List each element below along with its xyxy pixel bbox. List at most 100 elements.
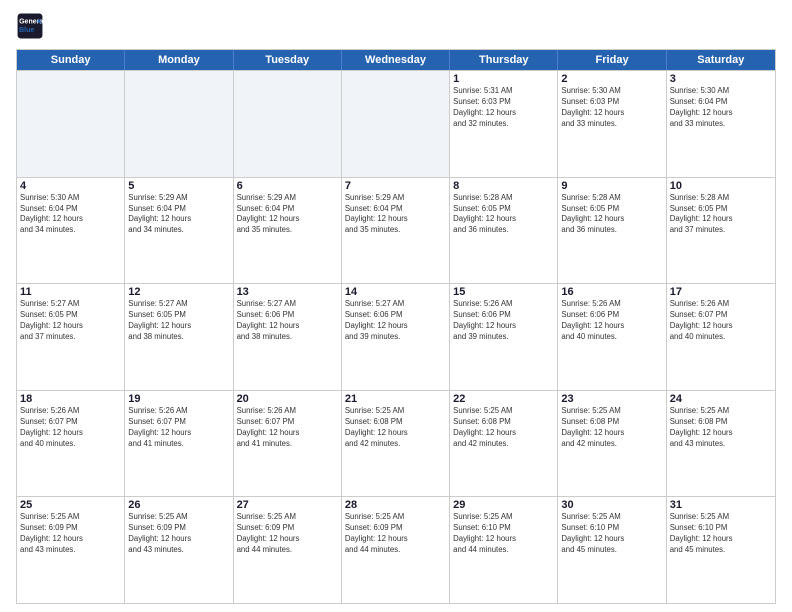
week-row-2: 11Sunrise: 5:27 AMSunset: 6:05 PMDayligh…: [17, 283, 775, 390]
cell-info: Sunrise: 5:25 AMSunset: 6:10 PMDaylight:…: [670, 512, 772, 556]
cell-info: Sunrise: 5:26 AMSunset: 6:07 PMDaylight:…: [20, 406, 121, 450]
day-number: 8: [453, 180, 554, 192]
cal-cell-9: 9Sunrise: 5:28 AMSunset: 6:05 PMDaylight…: [558, 178, 666, 284]
cal-cell-13: 13Sunrise: 5:27 AMSunset: 6:06 PMDayligh…: [234, 284, 342, 390]
cal-cell-7: 7Sunrise: 5:29 AMSunset: 6:04 PMDaylight…: [342, 178, 450, 284]
day-number: 28: [345, 499, 446, 511]
cell-info: Sunrise: 5:25 AMSunset: 6:09 PMDaylight:…: [237, 512, 338, 556]
day-number: 22: [453, 393, 554, 405]
cell-info: Sunrise: 5:28 AMSunset: 6:05 PMDaylight:…: [561, 193, 662, 237]
cal-cell-5: 5Sunrise: 5:29 AMSunset: 6:04 PMDaylight…: [125, 178, 233, 284]
day-number: 7: [345, 180, 446, 192]
cal-cell-empty-0-1: [125, 71, 233, 177]
header-day-sunday: Sunday: [17, 50, 125, 70]
day-number: 21: [345, 393, 446, 405]
cal-cell-empty-0-3: [342, 71, 450, 177]
cal-cell-10: 10Sunrise: 5:28 AMSunset: 6:05 PMDayligh…: [667, 178, 775, 284]
day-number: 15: [453, 286, 554, 298]
cell-info: Sunrise: 5:30 AMSunset: 6:04 PMDaylight:…: [20, 193, 121, 237]
cal-cell-21: 21Sunrise: 5:25 AMSunset: 6:08 PMDayligh…: [342, 391, 450, 497]
calendar: SundayMondayTuesdayWednesdayThursdayFrid…: [16, 49, 776, 604]
cell-info: Sunrise: 5:30 AMSunset: 6:03 PMDaylight:…: [561, 86, 662, 130]
page: General Blue SundayMondayTuesdayWednesda…: [0, 0, 792, 612]
cal-cell-22: 22Sunrise: 5:25 AMSunset: 6:08 PMDayligh…: [450, 391, 558, 497]
cell-info: Sunrise: 5:27 AMSunset: 6:06 PMDaylight:…: [237, 299, 338, 343]
cal-cell-11: 11Sunrise: 5:27 AMSunset: 6:05 PMDayligh…: [17, 284, 125, 390]
cal-cell-2: 2Sunrise: 5:30 AMSunset: 6:03 PMDaylight…: [558, 71, 666, 177]
calendar-body: 1Sunrise: 5:31 AMSunset: 6:03 PMDaylight…: [17, 70, 775, 603]
cal-cell-4: 4Sunrise: 5:30 AMSunset: 6:04 PMDaylight…: [17, 178, 125, 284]
cell-info: Sunrise: 5:25 AMSunset: 6:08 PMDaylight:…: [345, 406, 446, 450]
cal-cell-19: 19Sunrise: 5:26 AMSunset: 6:07 PMDayligh…: [125, 391, 233, 497]
header-day-friday: Friday: [558, 50, 666, 70]
day-number: 16: [561, 286, 662, 298]
cal-cell-23: 23Sunrise: 5:25 AMSunset: 6:08 PMDayligh…: [558, 391, 666, 497]
cell-info: Sunrise: 5:27 AMSunset: 6:05 PMDaylight:…: [128, 299, 229, 343]
cal-cell-18: 18Sunrise: 5:26 AMSunset: 6:07 PMDayligh…: [17, 391, 125, 497]
day-number: 18: [20, 393, 121, 405]
cell-info: Sunrise: 5:25 AMSunset: 6:10 PMDaylight:…: [561, 512, 662, 556]
day-number: 4: [20, 180, 121, 192]
cal-cell-29: 29Sunrise: 5:25 AMSunset: 6:10 PMDayligh…: [450, 497, 558, 603]
day-number: 29: [453, 499, 554, 511]
day-number: 27: [237, 499, 338, 511]
day-number: 5: [128, 180, 229, 192]
cal-cell-14: 14Sunrise: 5:27 AMSunset: 6:06 PMDayligh…: [342, 284, 450, 390]
day-number: 2: [561, 73, 662, 85]
cell-info: Sunrise: 5:29 AMSunset: 6:04 PMDaylight:…: [237, 193, 338, 237]
cal-cell-20: 20Sunrise: 5:26 AMSunset: 6:07 PMDayligh…: [234, 391, 342, 497]
day-number: 14: [345, 286, 446, 298]
logo: General Blue: [16, 12, 48, 40]
day-number: 10: [670, 180, 772, 192]
cell-info: Sunrise: 5:25 AMSunset: 6:08 PMDaylight:…: [453, 406, 554, 450]
cell-info: Sunrise: 5:26 AMSunset: 6:07 PMDaylight:…: [128, 406, 229, 450]
cell-info: Sunrise: 5:25 AMSunset: 6:10 PMDaylight:…: [453, 512, 554, 556]
cell-info: Sunrise: 5:25 AMSunset: 6:09 PMDaylight:…: [128, 512, 229, 556]
cell-info: Sunrise: 5:28 AMSunset: 6:05 PMDaylight:…: [453, 193, 554, 237]
week-row-1: 4Sunrise: 5:30 AMSunset: 6:04 PMDaylight…: [17, 177, 775, 284]
day-number: 13: [237, 286, 338, 298]
cal-cell-8: 8Sunrise: 5:28 AMSunset: 6:05 PMDaylight…: [450, 178, 558, 284]
cell-info: Sunrise: 5:27 AMSunset: 6:05 PMDaylight:…: [20, 299, 121, 343]
cal-cell-31: 31Sunrise: 5:25 AMSunset: 6:10 PMDayligh…: [667, 497, 775, 603]
cal-cell-30: 30Sunrise: 5:25 AMSunset: 6:10 PMDayligh…: [558, 497, 666, 603]
cell-info: Sunrise: 5:26 AMSunset: 6:07 PMDaylight:…: [670, 299, 772, 343]
day-number: 9: [561, 180, 662, 192]
cell-info: Sunrise: 5:25 AMSunset: 6:09 PMDaylight:…: [20, 512, 121, 556]
cell-info: Sunrise: 5:30 AMSunset: 6:04 PMDaylight:…: [670, 86, 772, 130]
header-day-wednesday: Wednesday: [342, 50, 450, 70]
cal-cell-3: 3Sunrise: 5:30 AMSunset: 6:04 PMDaylight…: [667, 71, 775, 177]
day-number: 20: [237, 393, 338, 405]
week-row-0: 1Sunrise: 5:31 AMSunset: 6:03 PMDaylight…: [17, 70, 775, 177]
cal-cell-empty-0-0: [17, 71, 125, 177]
cell-info: Sunrise: 5:26 AMSunset: 6:06 PMDaylight:…: [453, 299, 554, 343]
cal-cell-15: 15Sunrise: 5:26 AMSunset: 6:06 PMDayligh…: [450, 284, 558, 390]
week-row-3: 18Sunrise: 5:26 AMSunset: 6:07 PMDayligh…: [17, 390, 775, 497]
cell-info: Sunrise: 5:25 AMSunset: 6:08 PMDaylight:…: [561, 406, 662, 450]
cell-info: Sunrise: 5:28 AMSunset: 6:05 PMDaylight:…: [670, 193, 772, 237]
cell-info: Sunrise: 5:29 AMSunset: 6:04 PMDaylight:…: [345, 193, 446, 237]
cal-cell-24: 24Sunrise: 5:25 AMSunset: 6:08 PMDayligh…: [667, 391, 775, 497]
day-number: 31: [670, 499, 772, 511]
day-number: 12: [128, 286, 229, 298]
cell-info: Sunrise: 5:27 AMSunset: 6:06 PMDaylight:…: [345, 299, 446, 343]
day-number: 30: [561, 499, 662, 511]
cal-cell-6: 6Sunrise: 5:29 AMSunset: 6:04 PMDaylight…: [234, 178, 342, 284]
svg-text:Blue: Blue: [19, 27, 34, 34]
header-day-monday: Monday: [125, 50, 233, 70]
cal-cell-1: 1Sunrise: 5:31 AMSunset: 6:03 PMDaylight…: [450, 71, 558, 177]
day-number: 1: [453, 73, 554, 85]
day-number: 6: [237, 180, 338, 192]
day-number: 17: [670, 286, 772, 298]
cell-info: Sunrise: 5:25 AMSunset: 6:09 PMDaylight:…: [345, 512, 446, 556]
calendar-header: SundayMondayTuesdayWednesdayThursdayFrid…: [17, 50, 775, 70]
cal-cell-27: 27Sunrise: 5:25 AMSunset: 6:09 PMDayligh…: [234, 497, 342, 603]
header-day-saturday: Saturday: [667, 50, 775, 70]
day-number: 26: [128, 499, 229, 511]
cal-cell-16: 16Sunrise: 5:26 AMSunset: 6:06 PMDayligh…: [558, 284, 666, 390]
day-number: 3: [670, 73, 772, 85]
cal-cell-25: 25Sunrise: 5:25 AMSunset: 6:09 PMDayligh…: [17, 497, 125, 603]
day-number: 11: [20, 286, 121, 298]
cell-info: Sunrise: 5:25 AMSunset: 6:08 PMDaylight:…: [670, 406, 772, 450]
header-day-thursday: Thursday: [450, 50, 558, 70]
